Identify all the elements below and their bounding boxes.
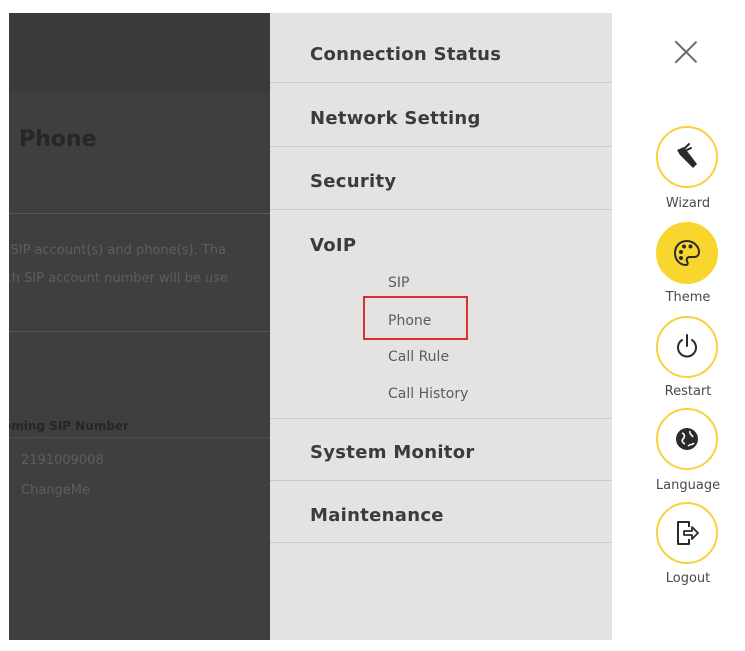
- menu-separator: [270, 418, 612, 419]
- divider: [9, 213, 270, 214]
- table-cell: ChangeMe: [21, 483, 90, 498]
- page-description-line: r SIP account(s) and phone(s). Tha: [9, 243, 226, 258]
- language-button[interactable]: [656, 408, 718, 470]
- divider: [9, 331, 270, 332]
- page-description-line: ich SIP account number will be use: [9, 271, 228, 286]
- page-title: Phone: [19, 127, 97, 152]
- menu-separator: [270, 542, 612, 543]
- menu-item-label: Network Setting: [310, 108, 481, 129]
- logout-label: Logout: [665, 571, 711, 586]
- menu-item-label: VoIP: [310, 235, 357, 256]
- table-header-incoming-sip-number: oming SIP Number: [9, 419, 129, 433]
- globe-icon: [674, 426, 700, 452]
- restart-button[interactable]: [656, 316, 718, 378]
- wizard-wand-icon: [672, 142, 702, 172]
- table-cell: 2191009008: [21, 453, 104, 468]
- theme-palette-icon: [672, 238, 702, 268]
- menu-separator: [270, 209, 612, 210]
- logout-button[interactable]: [656, 502, 718, 564]
- submenu-item-sip[interactable]: SIP: [388, 275, 409, 291]
- theme-button[interactable]: [656, 222, 718, 284]
- theme-label: Theme: [665, 290, 711, 305]
- phone-highlight-box: [363, 296, 468, 340]
- menu-separator: [270, 82, 612, 83]
- menu-item-label: Connection Status: [310, 44, 502, 65]
- menu-item-label: Maintenance: [310, 505, 444, 526]
- background-page: Phone r SIP account(s) and phone(s). Tha…: [9, 13, 270, 640]
- logout-icon: [672, 518, 702, 548]
- menu-separator: [270, 146, 612, 147]
- menu-separator: [270, 480, 612, 481]
- wizard-label: Wizard: [665, 196, 711, 211]
- restart-label: Restart: [664, 384, 712, 399]
- language-label: Language: [655, 478, 721, 493]
- close-icon[interactable]: [674, 40, 698, 64]
- menu-item-label: System Monitor: [310, 442, 475, 463]
- wizard-button[interactable]: [656, 126, 718, 188]
- background-header: [9, 13, 270, 92]
- power-icon: [672, 332, 702, 362]
- submenu-item-call-rule[interactable]: Call Rule: [388, 349, 449, 365]
- table-divider: [9, 437, 270, 438]
- menu-item-label: Security: [310, 171, 397, 192]
- submenu-item-call-history[interactable]: Call History: [388, 386, 468, 402]
